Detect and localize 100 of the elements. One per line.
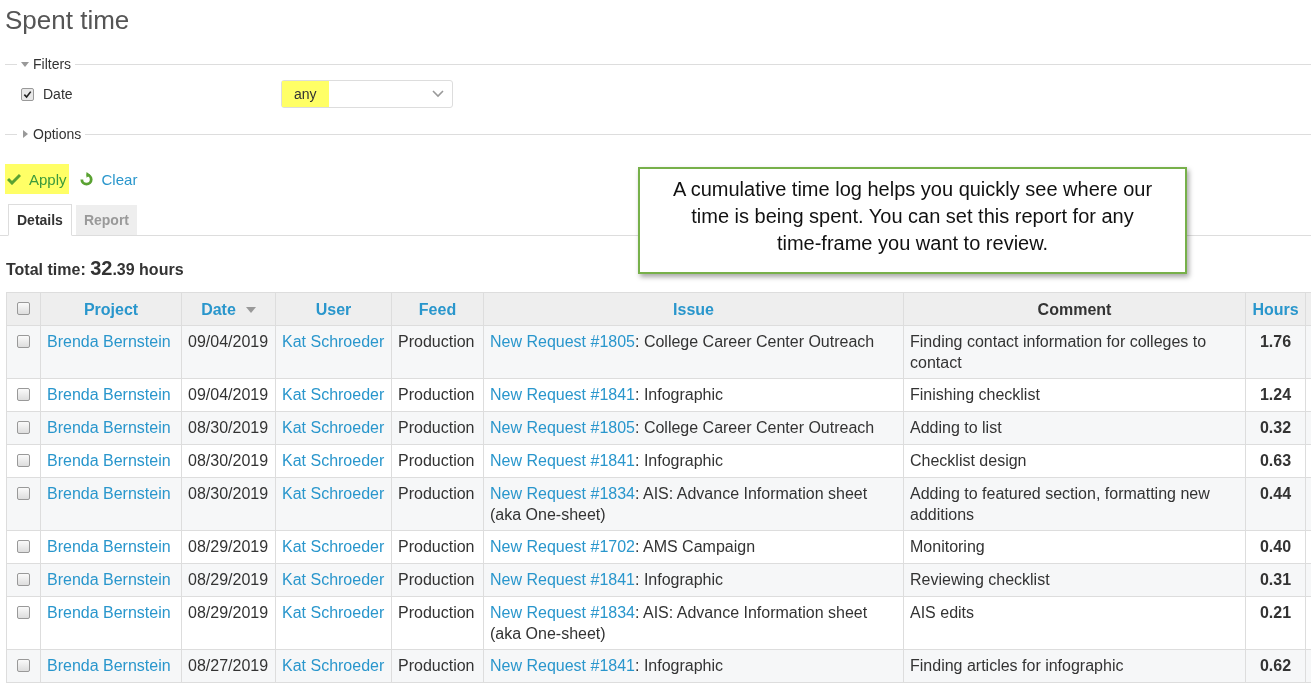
issue-link[interactable]: New Request #1702 [490,538,635,555]
filter-label: Date [43,86,73,102]
comment-cell: Finishing checklist [903,378,1246,412]
column-header: Comment [903,292,1246,326]
issue-link[interactable]: New Request #1805 [490,419,635,436]
clear-link[interactable]: Clear [76,164,140,194]
user-link[interactable]: Kat Schroeder [275,596,392,650]
project-link[interactable]: Brenda Bernstein [40,563,182,597]
checkbox[interactable] [17,335,30,348]
checkbox[interactable] [17,454,30,467]
project-link[interactable]: Brenda Bernstein [40,649,182,683]
total-time: Total time: 32.39 hours [6,257,185,281]
issue-link[interactable]: New Request #1805 [490,333,635,350]
issue-cell: New Request #1834: AIS: Advance Information sheet (aka One-sheet) [483,477,904,531]
hours-cell: 0.31 [1245,563,1306,597]
issue-link[interactable]: New Request #1841 [490,571,635,588]
user-link[interactable]: Kat Schroeder [275,325,392,379]
issue-link[interactable]: New Request #1834 [490,485,635,502]
issue-cell: New Request #1841: Infographic [483,378,904,412]
check-icon [7,173,21,185]
comment-cell: Checklist design [903,444,1246,478]
issue-link[interactable]: New Request #1841 [490,452,635,469]
triangle-right-icon [21,130,29,138]
column-header[interactable]: Hours [1245,292,1306,326]
issue-cell: New Request #1841: Infographic [483,563,904,597]
feed-cell: Production [391,325,484,379]
column-header[interactable]: User [275,292,392,326]
project-link[interactable]: Brenda Bernstein [40,444,182,478]
comment-cell: Monitoring [903,530,1246,564]
hours-cell: 0.21 [1245,596,1306,650]
column-header[interactable]: Project [40,292,182,326]
checkbox[interactable] [21,87,34,101]
issue-cell: New Request #1805: College Career Center Outreach [483,411,904,445]
checkbox[interactable] [17,606,30,619]
hours-cell: 0.44 [1245,477,1306,531]
date-cell: 08/30/2019 [181,477,276,531]
date-cell: 09/04/2019 [181,378,276,412]
refresh-icon [78,171,94,187]
user-link[interactable]: Kat Schroeder [275,563,392,597]
hours-cell: 0.40 [1245,530,1306,564]
filters-toggle[interactable]: Filters [17,56,76,72]
project-link[interactable]: Brenda Bernstein [40,325,182,379]
callout-box: A cumulative time log helps you quickly see where our time is being spent. You can set this report for any time-frame you want to review. [638,167,1187,274]
checkbox[interactable] [17,573,30,586]
comment-cell: AIS edits [903,596,1246,650]
date-cell: 08/29/2019 [181,563,276,597]
options-toggle[interactable]: Options [17,126,86,142]
column-header[interactable]: Feed [391,292,484,326]
feed-cell: Production [391,563,484,597]
feed-cell: Production [391,530,484,564]
user-link[interactable]: Kat Schroeder [275,378,392,412]
project-link[interactable]: Brenda Bernstein [40,530,182,564]
user-link[interactable]: Kat Schroeder [275,411,392,445]
date-cell: 08/29/2019 [181,596,276,650]
checkbox[interactable] [17,487,30,500]
hours-cell: 1.24 [1245,378,1306,412]
column-header[interactable]: Issue [483,292,904,326]
date-cell: 08/30/2019 [181,411,276,445]
date-select[interactable]: any [281,80,453,108]
tab[interactable]: Details [8,204,72,236]
checkbox[interactable] [17,659,30,672]
checkbox[interactable] [17,421,30,434]
issue-link[interactable]: New Request #1841 [490,386,635,403]
hours-cell: 0.63 [1245,444,1306,478]
hours-cell: 0.32 [1245,411,1306,445]
user-link[interactable]: Kat Schroeder [275,444,392,478]
project-link[interactable]: Brenda Bernstein [40,411,182,445]
checkbox[interactable] [17,301,30,315]
issue-cell: New Request #1834: AIS: Advance Information sheet (aka One-sheet) [483,596,904,650]
sort-caret-icon [245,307,256,314]
issue-link[interactable]: New Request #1841 [490,657,635,674]
chevron-down-icon [432,90,444,98]
user-link[interactable]: Kat Schroeder [275,477,392,531]
date-cell: 08/29/2019 [181,530,276,564]
feed-cell: Production [391,596,484,650]
checkbox[interactable] [17,388,30,401]
project-link[interactable]: Brenda Bernstein [40,596,182,650]
feed-cell: Production [391,649,484,683]
issue-cell: New Request #1841: Infographic [483,444,904,478]
issue-link[interactable]: New Request #1834 [490,604,635,621]
comment-cell: Reviewing checklist [903,563,1246,597]
project-link[interactable]: Brenda Bernstein [40,378,182,412]
feed-cell: Production [391,411,484,445]
comment-cell: Finding contact information for colleges to contact [903,325,1246,379]
comment-cell: Finding articles for infographic [903,649,1246,683]
tab[interactable]: Report [75,205,138,235]
issue-cell: New Request #1702: AMS Campaign [483,530,904,564]
date-cell: 08/27/2019 [181,649,276,683]
feed-cell: Production [391,444,484,478]
user-link[interactable]: Kat Schroeder [275,649,392,683]
date-cell: 08/30/2019 [181,444,276,478]
column-header[interactable]: Date [181,292,276,326]
triangle-down-icon [21,60,29,68]
project-link[interactable]: Brenda Bernstein [40,477,182,531]
feed-cell: Production [391,378,484,412]
checkbox[interactable] [17,540,30,553]
hours-cell: 0.62 [1245,649,1306,683]
user-link[interactable]: Kat Schroeder [275,530,392,564]
apply-link[interactable]: Apply [5,164,69,194]
date-cell: 09/04/2019 [181,325,276,379]
